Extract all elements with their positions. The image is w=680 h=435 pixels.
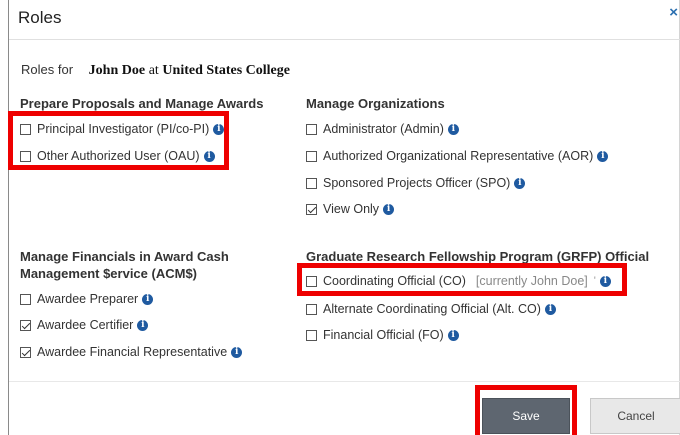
role-awardee-preparer-checkbox[interactable]	[20, 293, 31, 305]
role-view-only-label: View Only	[323, 202, 380, 216]
save-button[interactable]: Save	[482, 398, 570, 434]
info-icon[interactable]: i	[447, 123, 459, 135]
info-icon[interactable]: i	[231, 346, 243, 358]
highlight-box-co	[297, 263, 627, 296]
user-name: John Doe	[88, 63, 146, 78]
info-icon[interactable]: i	[514, 177, 526, 189]
info-icon[interactable]: i	[544, 303, 556, 315]
section-orgs: Manage Organizations	[306, 95, 445, 112]
role-fo-label: Financial Official (FO)	[323, 328, 444, 342]
dialog-header: Roles ×	[9, 0, 680, 40]
role-alt-co-option[interactable]: Alternate Coordinating Official (Alt. CO…	[306, 302, 556, 316]
role-awardee-certifier-checkbox[interactable]	[20, 319, 31, 331]
role-awardee-preparer-option[interactable]: Awardee Preparer i	[20, 292, 154, 306]
role-awardee-financial-rep-checkbox[interactable]	[20, 346, 31, 358]
role-spo-label: Sponsored Projects Officer (SPO)	[323, 176, 511, 190]
dialog-title: Roles	[18, 8, 62, 27]
section-awards-title: Prepare Proposals and Manage Awards	[20, 96, 264, 111]
role-admin-label: Administrator (Admin)	[323, 122, 444, 136]
section-financials-title-line1: Manage Financials in Award Cash	[20, 249, 229, 264]
info-icon[interactable]: i	[137, 319, 149, 331]
roles-for-label: Roles for	[21, 62, 74, 77]
role-admin-option[interactable]: Administrator (Admin) i	[306, 122, 459, 136]
section-financials: Manage Financials in Award Cash Manageme…	[20, 248, 229, 282]
role-awardee-certifier-option[interactable]: Awardee Certifier i	[20, 318, 149, 332]
role-fo-option[interactable]: Financial Official (FO) i	[306, 328, 459, 342]
cancel-button[interactable]: Cancel	[590, 398, 680, 434]
organization-name: United States College	[162, 63, 290, 78]
role-alt-co-label: Alternate Coordinating Official (Alt. CO…	[323, 302, 541, 316]
role-aor-label: Authorized Organizational Representative…	[323, 149, 594, 163]
info-icon[interactable]: i	[597, 150, 609, 162]
role-admin-checkbox[interactable]	[306, 123, 317, 135]
roles-for-line: Roles for John Doe at United States Coll…	[21, 62, 290, 79]
role-aor-checkbox[interactable]	[306, 150, 317, 162]
role-awardee-certifier-label: Awardee Certifier	[37, 318, 134, 332]
section-financials-title-line2: Management $ervice (ACM$)	[20, 266, 197, 281]
section-orgs-title: Manage Organizations	[306, 96, 445, 111]
role-aor-option[interactable]: Authorized Organizational Representative…	[306, 149, 609, 163]
role-spo-option[interactable]: Sponsored Projects Officer (SPO) i	[306, 176, 526, 190]
role-alt-co-checkbox[interactable]	[306, 303, 317, 315]
close-icon[interactable]: ×	[669, 4, 678, 21]
role-view-only-checkbox[interactable]	[306, 203, 317, 215]
info-icon[interactable]: i	[383, 203, 395, 215]
role-awardee-financial-rep-option[interactable]: Awardee Financial Representative i	[20, 345, 243, 359]
section-awards: Prepare Proposals and Manage Awards	[20, 95, 263, 112]
at-text: at	[148, 63, 159, 78]
info-icon[interactable]: i	[142, 293, 154, 305]
role-awardee-financial-rep-label: Awardee Financial Representative	[37, 345, 228, 359]
role-fo-checkbox[interactable]	[306, 329, 317, 341]
role-spo-checkbox[interactable]	[306, 177, 317, 189]
info-icon[interactable]: i	[447, 329, 459, 341]
footer-divider	[9, 381, 680, 382]
role-view-only-option[interactable]: View Only i	[306, 202, 395, 216]
roles-dialog: Roles × Roles for John Doe at United Sta…	[8, 0, 680, 435]
highlight-box-awards	[8, 111, 229, 170]
role-awardee-preparer-label: Awardee Preparer	[37, 292, 139, 306]
